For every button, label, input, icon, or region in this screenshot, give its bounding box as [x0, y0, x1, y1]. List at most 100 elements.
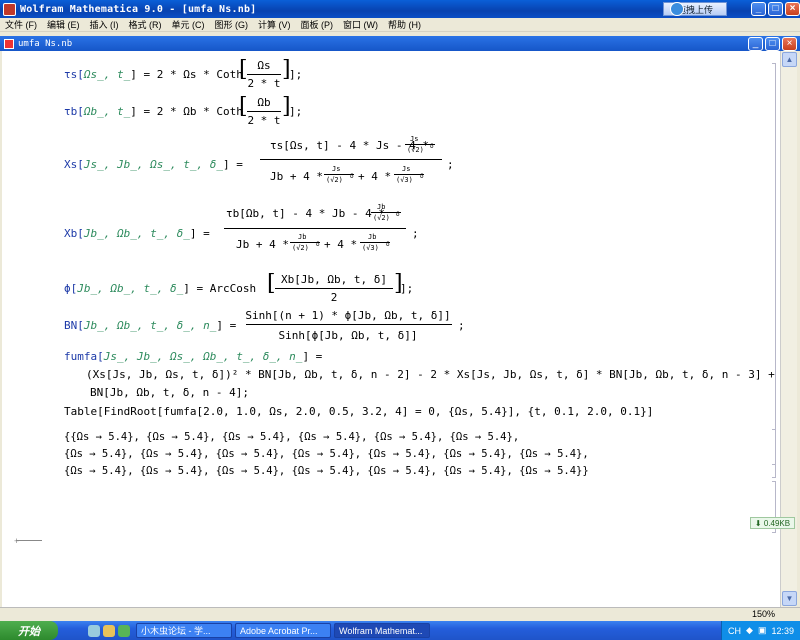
code-text: + 4 * — [358, 170, 392, 183]
taskbar: 开始 小木虫论坛 - 学... Adobe Acrobat Pr... Wolf… — [0, 621, 800, 640]
insert-cell-plus-icon[interactable]: + — [14, 536, 19, 546]
close-button[interactable]: × — [785, 2, 800, 16]
output-line: {Ωs → 5.4}, {Ωs → 5.4}, {Ωs → 5.4}, {Ωs … — [64, 448, 589, 460]
maximize-button[interactable]: □ — [768, 2, 783, 16]
output-line: {{Ωs → 5.4}, {Ωs → 5.4}, {Ωs → 5.4}, {Ωs… — [64, 431, 520, 443]
task-mathematica[interactable]: Wolfram Mathemat... — [334, 623, 430, 638]
quicklaunch-ie-icon[interactable] — [88, 624, 100, 637]
fraction-denominator: Sinh[ϕ[Jb, Ωb, t, δ]] — [278, 329, 418, 342]
fraction-bar — [247, 74, 281, 75]
mini-numerator: Jb — [377, 203, 386, 211]
fraction-bar — [260, 159, 442, 160]
mini-denominator: (√2) — [292, 244, 309, 252]
upload-icon[interactable] — [670, 2, 684, 16]
code-text: τb[Ωb, t] - 4 * Jb - 4 * — [226, 207, 385, 220]
fraction-numerator: Sinh[(n + 1) * ϕ[Jb, Ωb, t, δ]] — [245, 309, 451, 322]
notebook-title-bar: umfa Ns.nb _ □ × — [0, 36, 800, 51]
code-line[interactable]: Table[FindRoot[fumfa[2.0, 1.0, Ωs, 2.0, … — [64, 405, 653, 418]
code-line[interactable]: τb[Ωb_, t_] = 2 * Ωb * Coth — [64, 105, 243, 118]
exponent: δ — [420, 173, 424, 180]
fraction-bar — [224, 228, 406, 229]
window-title: Wolfram Mathematica 9.0 - [umfa Ns.nb] — [20, 3, 257, 15]
tray-volume-icon[interactable]: ◆ — [746, 625, 753, 636]
code-text: + 4 * — [324, 238, 358, 251]
quicklaunch-browser-icon[interactable] — [118, 624, 130, 637]
app-title-bar: Wolfram Mathematica 9.0 - [umfa Ns.nb] 拖… — [0, 0, 800, 18]
exponent: δ — [386, 241, 390, 248]
exponent: δ — [430, 143, 434, 150]
code-line[interactable]: ϕ[Jb_, Ωb_, t_, δ_] = ArcCosh — [64, 282, 256, 295]
fraction-bar — [247, 111, 281, 112]
code-text: τs[Ωs, t] - 4 * Js - 4 * — [270, 139, 429, 152]
menu-palettes[interactable]: 面板 (P) — [296, 18, 339, 31]
notebook-minimize-button[interactable]: _ — [748, 36, 763, 51]
start-button[interactable]: 开始 — [0, 621, 58, 640]
notebook-content[interactable]: τs[Ωs_, t_] = 2 * Ωs * Coth [ Ωs 2 * t ]… — [2, 51, 780, 607]
exponent: δ — [316, 241, 320, 248]
download-badge[interactable]: ⬇ 0.49KB — [750, 517, 795, 529]
scroll-down-arrow-icon[interactable]: ▼ — [782, 591, 797, 606]
menu-window[interactable]: 窗口 (W) — [338, 18, 383, 31]
fraction-bar — [275, 288, 393, 289]
cell-bracket[interactable] — [772, 63, 776, 478]
code-text: ]; — [289, 68, 303, 81]
code-line[interactable]: fumfa[Js_, Jb_, Ωs_, Ωb_, t_, δ_, n_] = — [64, 350, 322, 363]
fraction-bar — [246, 324, 452, 325]
menu-insert[interactable]: 插入 (I) — [85, 18, 124, 31]
mini-denominator: (√2) — [326, 176, 343, 184]
system-tray: CH ◆ ▣ 12:39 — [721, 621, 800, 640]
code-text: Jb + 4 * — [270, 170, 323, 183]
code-line[interactable]: BN[Jb, Ωb, t, δ, n - 4]; — [90, 386, 249, 399]
clock: 12:39 — [771, 625, 794, 636]
notebook-close-button[interactable]: × — [782, 36, 797, 51]
code-line[interactable]: Xb[Jb_, Ωb_, t_, δ_] = — [64, 227, 210, 240]
fraction-numerator: Xb[Jb, Ωb, t, δ] — [281, 273, 387, 286]
menu-bar: 文件 (F) 编辑 (E) 插入 (I) 格式 (R) 单元 (C) 图形 (G… — [0, 18, 800, 32]
code-line[interactable]: (Xs[Js, Jb, Ωs, t, δ])² * BN[Jb, Ωb, t, … — [86, 368, 775, 381]
scroll-up-arrow-icon[interactable]: ▲ — [782, 52, 797, 67]
download-arrow-icon: ⬇ — [754, 518, 764, 528]
code-text: ; — [412, 227, 419, 240]
fraction-numerator: Ωs — [257, 59, 271, 72]
download-size: 0.49KB — [763, 518, 791, 528]
mini-denominator: (√2) — [373, 214, 390, 222]
menu-cell[interactable]: 单元 (C) — [167, 18, 210, 31]
menu-file[interactable]: 文件 (F) — [0, 18, 42, 31]
mini-numerator: Jb — [368, 233, 377, 241]
mini-numerator: Jb — [298, 233, 307, 241]
menu-format[interactable]: 格式 (R) — [124, 18, 167, 31]
exponent: δ — [396, 211, 400, 218]
quicklaunch-folder-icon[interactable] — [103, 624, 115, 637]
tray-network-icon[interactable]: ▣ — [758, 625, 767, 636]
code-line[interactable]: BN[Jb_, Ωb_, t_, δ_, n_] = — [64, 319, 236, 332]
mini-denominator: (√3) — [396, 176, 413, 184]
code-line[interactable]: Xs[Js_, Jb_, Ωs_, t_, δ_] = — [64, 158, 243, 171]
mini-denominator: (√2) — [407, 146, 424, 154]
notebook-icon — [4, 38, 14, 49]
fraction-denominator: 2 * t — [247, 77, 281, 90]
mini-numerator: Js — [402, 165, 411, 173]
code-text: ]; — [289, 105, 303, 118]
zoom-level[interactable]: 150% — [752, 609, 775, 619]
mini-denominator: (√3) — [362, 244, 379, 252]
cell-bracket[interactable] — [772, 429, 776, 465]
menu-evaluation[interactable]: 计算 (V) — [253, 18, 296, 31]
menu-edit[interactable]: 编辑 (E) — [42, 18, 85, 31]
mini-numerator: Js — [332, 165, 341, 173]
task-forum[interactable]: 小木虫论坛 - 学... — [136, 623, 232, 638]
code-text: ; — [458, 319, 465, 332]
minimize-button[interactable]: _ — [751, 2, 766, 16]
task-acrobat[interactable]: Adobe Acrobat Pr... — [235, 623, 331, 638]
language-indicator[interactable]: CH — [728, 626, 741, 636]
code-line[interactable]: τs[Ωs_, t_] = 2 * Ωs * Coth — [64, 68, 243, 81]
code-text: Jb + 4 * — [236, 238, 289, 251]
menu-graphics[interactable]: 图形 (G) — [210, 18, 254, 31]
mini-numerator: Js — [410, 135, 419, 143]
menu-help[interactable]: 帮助 (H) — [383, 18, 426, 31]
cell-insertion-line[interactable] — [16, 540, 42, 541]
fraction-numerator: Ωb — [257, 96, 271, 109]
code-text: ]; — [400, 282, 414, 295]
fraction-denominator: 2 * t — [247, 114, 281, 127]
notebook-maximize-button[interactable]: □ — [765, 36, 780, 51]
output-line: {Ωs → 5.4}, {Ωs → 5.4}, {Ωs → 5.4}, {Ωs … — [64, 465, 589, 477]
